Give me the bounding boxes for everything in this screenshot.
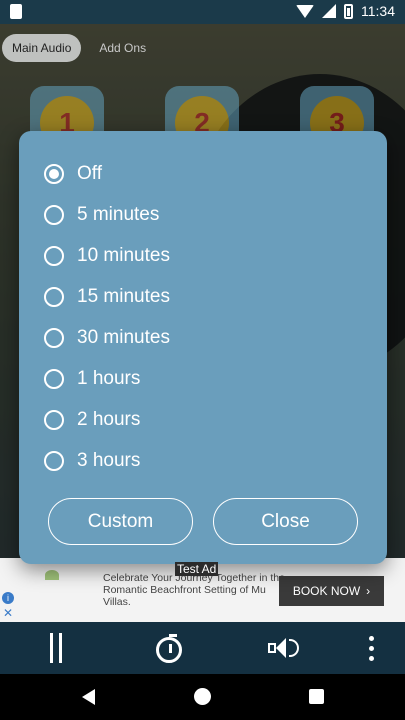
radio-unchecked-icon[interactable] [44,450,64,471]
option-label: 30 minutes [77,326,170,348]
volume-icon[interactable] [267,632,299,664]
sleep-timer-dialog: Off 5 minutes 10 minutes 15 minutes 30 m… [19,131,387,564]
radio-unchecked-icon[interactable] [44,368,64,389]
option-10-minutes[interactable]: 10 minutes [19,235,387,276]
radio-unchecked-icon[interactable] [44,245,64,266]
status-bar: 11:34 [0,0,405,24]
status-time: 11:34 [361,3,395,19]
option-label: 15 minutes [77,285,170,307]
option-3-hours[interactable]: 3 hours [19,440,387,481]
info-icon[interactable]: i [2,592,14,604]
back-icon[interactable] [82,689,95,705]
more-vert-icon[interactable] [367,632,375,664]
option-label: 3 hours [77,449,141,471]
option-2-hours[interactable]: 2 hours [19,399,387,440]
home-icon[interactable] [194,688,211,705]
book-now-label: BOOK NOW [292,584,361,598]
test-ad-label: Test Ad [175,562,219,576]
ad-text: Celebrate Your Journey Together in the R… [103,572,285,608]
option-label: 1 hours [77,367,141,389]
radio-unchecked-icon[interactable] [44,409,64,430]
close-icon[interactable]: ✕ [3,606,13,620]
radio-checked-icon[interactable] [44,163,64,184]
book-now-button[interactable]: BOOK NOW › [279,576,384,606]
system-nav-bar [0,674,405,720]
signal-icon [322,4,336,18]
option-1-hours[interactable]: 1 hours [19,358,387,399]
player-controls [0,622,405,674]
wifi-icon [296,4,314,18]
option-label: Off [77,162,102,184]
option-label: 5 minutes [77,203,160,225]
tab-main-audio[interactable]: Main Audio [2,34,82,62]
radio-unchecked-icon[interactable] [44,204,64,225]
ad-logo [18,570,86,610]
chevron-right-icon: › [366,584,371,598]
option-label: 2 hours [77,408,141,430]
option-5-minutes[interactable]: 5 minutes [19,194,387,235]
battery-icon [344,3,353,19]
custom-button[interactable]: Custom [48,498,193,545]
option-30-minutes[interactable]: 30 minutes [19,317,387,358]
radio-unchecked-icon[interactable] [44,286,64,307]
sd-card-icon [10,4,22,19]
timer-icon[interactable] [154,632,184,664]
close-button[interactable]: Close [213,498,358,545]
timer-options: Off 5 minutes 10 minutes 15 minutes 30 m… [19,153,387,481]
tab-bar: Main Audio Add Ons [0,34,156,62]
option-15-minutes[interactable]: 15 minutes [19,276,387,317]
radio-unchecked-icon[interactable] [44,327,64,348]
tab-add-ons[interactable]: Add Ons [89,34,156,62]
option-label: 10 minutes [77,244,170,266]
recents-icon[interactable] [309,689,324,704]
pause-icon[interactable] [47,632,65,664]
option-off[interactable]: Off [19,153,387,194]
